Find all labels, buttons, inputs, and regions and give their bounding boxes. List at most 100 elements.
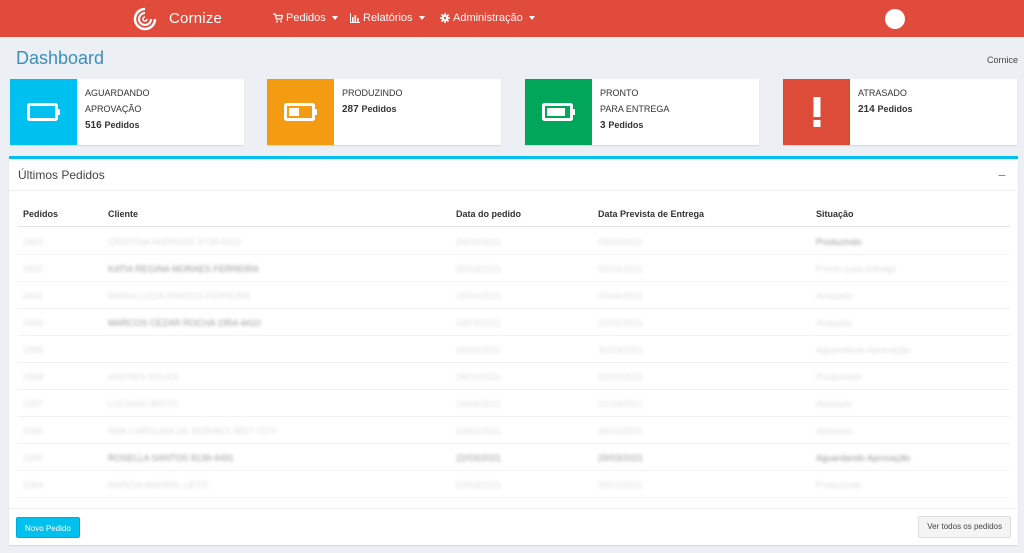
cell-cliente: MARCOS CEZAR ROCHA 1954-4410: [108, 318, 261, 328]
cell-pedido[interactable]: 2395: [23, 453, 43, 463]
table-row[interactable]: 2399 24/03/2021 31/03/2021 Aguardando Ap…: [18, 336, 1010, 363]
cell-data-prevista: 29/03/2021: [598, 453, 644, 463]
cell-situacao: Atrasado: [816, 426, 853, 436]
cell-pedido[interactable]: 2400: [23, 318, 43, 328]
cell-data-prevista: 05/04/2021: [598, 237, 644, 247]
cell-situacao: Produzindo: [816, 237, 862, 247]
page-title: Dashboard: [16, 48, 105, 68]
cell-cliente: ANDREA SOUZA: [108, 372, 179, 382]
menu-label: Pedidos: [286, 12, 326, 24]
cell-pedido[interactable]: 2401: [23, 291, 43, 301]
cell-data-pedido: 24/03/2021: [456, 399, 502, 409]
cell-cliente: CRISTINA ANDRADE 8738-6322: [108, 237, 242, 247]
stat-label: PRODUZINDO: [342, 88, 403, 98]
cell-data-pedido: 24/03/2021: [456, 345, 502, 355]
cell-data-pedido: 22/03/2021: [456, 453, 502, 463]
stat-label: APROVAÇÃO: [85, 104, 142, 114]
stat-aguardando-aprovacao[interactable]: AGUARDANDO APROVAÇÃO 516 Pedidos: [10, 79, 244, 145]
stat-count: 287: [342, 104, 359, 115]
cell-pedido[interactable]: 2394: [23, 480, 43, 490]
column-header-data-pedido: Data do pedido: [456, 209, 521, 219]
breadcrumb[interactable]: Cornice: [987, 55, 1018, 65]
caret-down-icon: [418, 16, 425, 20]
exclamation-icon: [813, 97, 820, 127]
cell-data-pedido: 24/03/2021: [456, 372, 502, 382]
table-row[interactable]: 2397 LUCIANO BRITO 24/03/2021 31/03/2021…: [18, 390, 1010, 417]
divider: [18, 226, 1010, 227]
new-order-button[interactable]: Novo Pedido: [16, 517, 80, 538]
cell-cliente: LUCIANO BRITO: [108, 399, 178, 409]
menu-label: Administração: [453, 12, 523, 24]
gear-icon: [440, 13, 450, 23]
stat-pronto-para-entrega[interactable]: PRONTO PARA ENTREGA 3 Pedidos: [525, 79, 759, 145]
cell-situacao: Produzindo: [816, 480, 862, 490]
cell-situacao: Aguardando Aprovação: [816, 345, 911, 355]
menu-administracao[interactable]: Administração: [440, 12, 535, 24]
cell-pedido[interactable]: 2403: [23, 237, 43, 247]
brand-name[interactable]: Cornize: [169, 10, 222, 27]
stat-text: AGUARDANDO APROVAÇÃO 516 Pedidos: [85, 85, 150, 134]
cell-cliente: ANA CAROLINA DE MORAES 9837-7574: [108, 426, 277, 436]
cell-situacao: Atrasado: [816, 291, 853, 301]
stat-icon-box: [10, 79, 77, 145]
menu-label: Relatórios: [363, 12, 413, 24]
table-row[interactable]: 2395 ROSELLA SANTOS 8139-4491 22/03/2021…: [18, 444, 1010, 471]
panel-title: Últimos Pedidos: [18, 168, 105, 182]
stat-label: ATRASADO: [858, 88, 907, 98]
user-avatar[interactable]: [885, 9, 905, 29]
cell-cliente: ROSELLA SANTOS 8139-4491: [108, 453, 234, 463]
stat-atrasado[interactable]: ATRASADO 214 Pedidos: [783, 79, 1017, 145]
menu-relatorios[interactable]: Relatórios: [350, 12, 425, 24]
cell-data-pedido: 25/03/2021: [456, 237, 502, 247]
table-row[interactable]: 2400 MARCOS CEZAR ROCHA 1954-4410 24/03/…: [18, 309, 1010, 336]
stat-label: AGUARDANDO: [85, 88, 150, 98]
logo-icon[interactable]: [133, 7, 157, 31]
table-row[interactable]: 2398 ANDREA SOUZA 24/03/2021 31/03/2021 …: [18, 363, 1010, 390]
cell-data-prevista: 31/03/2021: [598, 318, 644, 328]
stat-count-line: 3 Pedidos: [600, 117, 669, 134]
stat-icon-box: [267, 79, 334, 145]
stat-unit: Pedidos: [877, 104, 913, 114]
stat-produzindo[interactable]: PRODUZINDO 287 Pedidos: [267, 79, 501, 145]
cell-data-prevista: 31/03/2021: [598, 399, 644, 409]
cell-data-pedido: 25/03/2021: [456, 291, 502, 301]
view-all-orders-button[interactable]: Ver todos os pedidos: [918, 516, 1011, 538]
cell-data-pedido: 23/03/2021: [456, 426, 502, 436]
cell-data-prevista: 30/03/2021: [598, 426, 644, 436]
menu-pedidos[interactable]: Pedidos: [273, 12, 338, 24]
caret-down-icon: [528, 16, 535, 20]
stat-count: 516: [85, 120, 102, 131]
table-row[interactable]: 2401 MARIA LUIZA SANTOS FERREIRA 25/03/2…: [18, 282, 1010, 309]
stat-text: ATRASADO 214 Pedidos: [858, 85, 912, 118]
table-row[interactable]: 2403 CRISTINA ANDRADE 8738-6322 25/03/20…: [18, 228, 1010, 255]
cell-pedido[interactable]: 2398: [23, 372, 43, 382]
stat-icon-box: [525, 79, 592, 145]
table-row[interactable]: 2394 MARCIA AMARAL LEITE 22/03/2021 29/0…: [18, 471, 1010, 498]
cell-data-pedido: 24/03/2021: [456, 318, 502, 328]
table-row[interactable]: 2402 KATIA REGINA MORAES FERREIRA 25/03/…: [18, 255, 1010, 282]
collapse-button[interactable]: −: [998, 167, 1006, 183]
cell-pedido[interactable]: 2397: [23, 399, 43, 409]
cell-data-prevista: 05/04/2021: [598, 264, 644, 274]
bar-chart-icon: [350, 13, 360, 23]
cell-situacao: Atrasado: [816, 399, 853, 409]
stat-count: 3: [600, 120, 606, 131]
battery-full-icon: [541, 103, 575, 121]
cell-pedido[interactable]: 2402: [23, 264, 43, 274]
cell-cliente: MARCIA AMARAL LEITE: [108, 480, 209, 490]
table-row[interactable]: 2396 ANA CAROLINA DE MORAES 9837-7574 23…: [18, 417, 1010, 444]
cell-data-pedido: 25/03/2021: [456, 264, 502, 274]
cell-data-prevista: 31/03/2021: [598, 372, 644, 382]
stat-icon-box: [783, 79, 850, 145]
column-header-pedidos: Pedidos: [23, 209, 59, 219]
column-header-situacao: Situação: [816, 209, 854, 219]
cell-situacao: Aguardando Aprovação: [816, 453, 911, 463]
stat-count: 214: [858, 104, 875, 115]
cell-pedido[interactable]: 2399: [23, 345, 43, 355]
stat-text: PRONTO PARA ENTREGA 3 Pedidos: [600, 85, 669, 134]
cell-situacao: Atrasado: [816, 318, 853, 328]
divider: [9, 190, 1018, 191]
cell-pedido[interactable]: 2396: [23, 426, 43, 436]
stat-unit: Pedidos: [361, 104, 397, 114]
stat-count-line: 287 Pedidos: [342, 101, 403, 118]
